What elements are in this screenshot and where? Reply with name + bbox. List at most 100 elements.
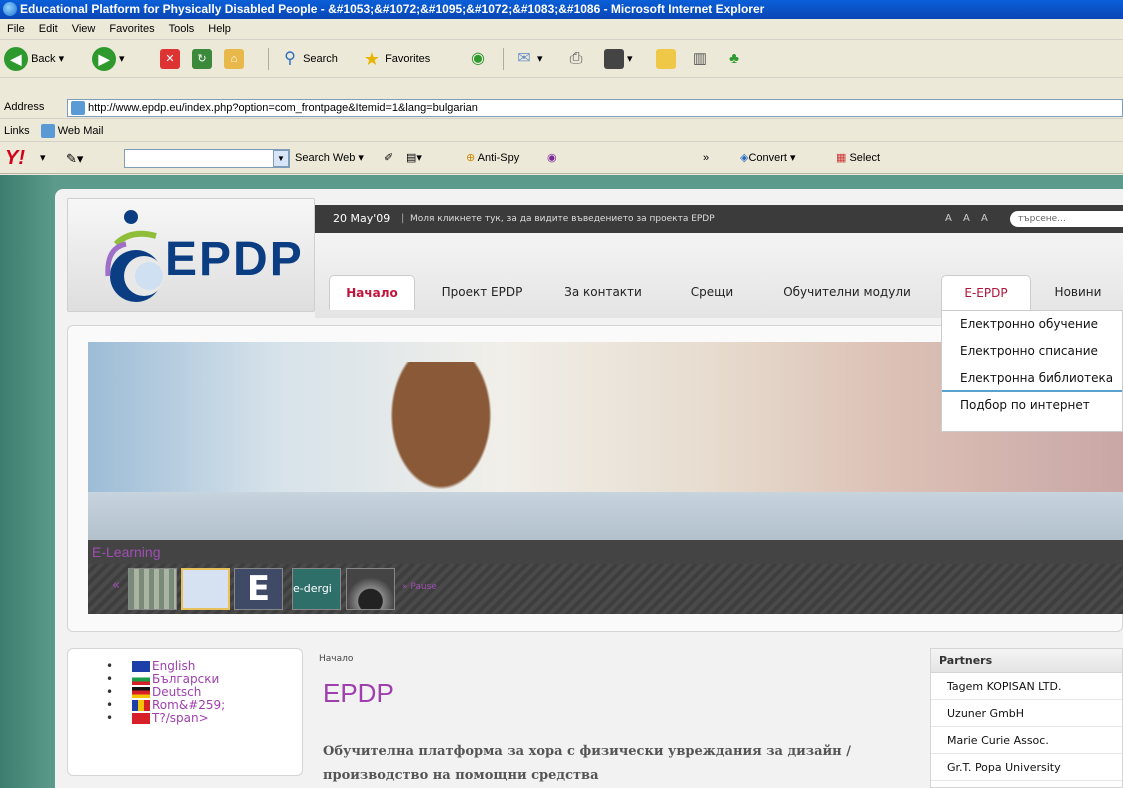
- menu-view[interactable]: View: [65, 19, 103, 40]
- pencil-icon[interactable]: ✎▾: [66, 150, 83, 167]
- slider-thumb-active[interactable]: [181, 568, 230, 610]
- address-field[interactable]: http://www.epdp.eu/index.php?option=com_…: [67, 99, 1123, 117]
- books-icon: ▥: [692, 50, 708, 68]
- links-bar: Links Web Mail: [0, 120, 1123, 142]
- stop-button[interactable]: ✕: [160, 46, 180, 72]
- refresh-button[interactable]: ↻: [192, 46, 212, 72]
- address-label: Address: [4, 101, 45, 113]
- yahoo-logo-icon[interactable]: Y!: [5, 147, 25, 170]
- web-mail-link[interactable]: Web Mail: [33, 124, 103, 139]
- site-nav: Начало Проект EPDP За контакти Срещи Обу…: [315, 233, 1123, 318]
- messenger-icon: ♣: [729, 50, 739, 68]
- partner-link[interactable]: Uzuner GmbH: [931, 700, 1122, 727]
- refresh-icon: ↻: [192, 49, 212, 70]
- site-date: 20 May'09: [333, 212, 391, 225]
- intro-link[interactable]: Моля кликнете тук, за да видите въведени…: [410, 205, 715, 233]
- nav-training-modules[interactable]: Обучителни модули: [767, 275, 927, 310]
- hero-desk: [88, 492, 1123, 540]
- menu-help[interactable]: Help: [201, 19, 238, 40]
- slider-thumb-edergi[interactable]: e-dergi: [292, 568, 341, 610]
- dropdown-item-e-library[interactable]: Електронна библиотека: [942, 365, 1122, 392]
- search-button[interactable]: ⚲ Search: [280, 46, 338, 72]
- folder-icon: [656, 49, 676, 70]
- site-logo-text: EPDP: [165, 233, 304, 286]
- slider-thumb-library[interactable]: [128, 568, 177, 610]
- nav-meetings[interactable]: Срещи: [679, 275, 745, 310]
- links-label: Links: [4, 125, 30, 137]
- e-epdp-dropdown-menu: Електронно обучение Електронно списание …: [941, 310, 1123, 432]
- nav-contacts[interactable]: За контакти: [553, 275, 653, 310]
- partners-panel: Partners Tagem KOPISAN LTD. Uzuner GmbH …: [930, 648, 1123, 788]
- home-icon: ⌂: [224, 49, 244, 70]
- search-history-dropdown[interactable]: ▼: [273, 150, 289, 167]
- back-button[interactable]: ◀ Back ▾: [4, 46, 64, 72]
- select-button[interactable]: ▦ Select: [836, 150, 880, 167]
- nav-project[interactable]: Проект EPDP: [430, 275, 534, 310]
- partners-title: Partners: [931, 649, 1122, 673]
- print-button[interactable]: ⎙: [566, 46, 586, 72]
- nav-home[interactable]: Начало: [329, 275, 415, 310]
- dropdown-item-online-selection[interactable]: Подбор по интернет: [942, 392, 1122, 419]
- slider-thumb-e[interactable]: E: [234, 568, 283, 610]
- menu-edit[interactable]: Edit: [32, 19, 65, 40]
- romania-flag-icon: [132, 700, 150, 711]
- menu-tools[interactable]: Tools: [162, 19, 202, 40]
- yahoo-toolbar: Y! ▾ ✎▾ ▼ Search Web ▾ ✐ ▤▾ ⊕ Anti-Spy ◉…: [0, 142, 1123, 174]
- font-size-controls[interactable]: A A A: [945, 205, 992, 233]
- window-title: Educational Platform for Physically Disa…: [20, 2, 765, 16]
- research-button[interactable]: ▥: [690, 46, 710, 72]
- menu-bar: File Edit View Favorites Tools Help: [0, 19, 1123, 40]
- dropdown-item-e-journal[interactable]: Електронно списание: [942, 338, 1122, 365]
- magnifier-icon: ⚲: [284, 50, 296, 68]
- highlight-icon[interactable]: ✐: [384, 150, 393, 167]
- menu-file[interactable]: File: [0, 19, 32, 40]
- menu-favorites[interactable]: Favorites: [102, 19, 161, 40]
- folder-button[interactable]: [656, 46, 676, 72]
- standard-toolbar: ◀ Back ▾ ▶ ▾ ✕ ↻ ⌂ ⚲ Search ★ Favorites …: [0, 40, 1123, 78]
- printer-icon: ⎙: [569, 50, 583, 68]
- site-search-input[interactable]: търсене...: [1010, 211, 1123, 227]
- nav-e-epdp[interactable]: E-EPDP: [941, 275, 1031, 310]
- address-bar: Address http://www.epdp.eu/index.php?opt…: [0, 97, 1123, 119]
- yahoo-search-input[interactable]: [124, 149, 290, 168]
- language-list: English Български Deutsch Rom&#259; T?/s…: [106, 660, 225, 726]
- lang-turkish[interactable]: T?/span>: [106, 712, 225, 726]
- media-button[interactable]: ◉: [468, 46, 488, 72]
- home-button[interactable]: ⌂: [224, 46, 244, 72]
- mail-button[interactable]: ✉ ▾: [514, 46, 542, 72]
- back-arrow-icon: ◀: [4, 47, 28, 72]
- page-icon: [40, 124, 55, 139]
- breadcrumb: Начало: [319, 654, 354, 664]
- messenger-icon[interactable]: ◉: [547, 150, 557, 167]
- convert-button[interactable]: ◈Convert ▾: [740, 150, 796, 167]
- anti-spy-button[interactable]: ⊕ Anti-Spy: [466, 150, 519, 167]
- toolbar-overflow-chevron[interactable]: »: [703, 150, 709, 167]
- article-title: EPDP: [323, 678, 394, 708]
- partner-link[interactable]: Tagem KOPISAN LTD.: [931, 673, 1122, 700]
- star-icon: ★: [363, 49, 381, 70]
- forward-arrow-icon: ▶: [92, 47, 116, 72]
- favorites-button[interactable]: ★ Favorites: [362, 46, 430, 72]
- slider-thumb-tunnel[interactable]: [346, 568, 395, 610]
- mail-icon: ✉: [517, 50, 531, 68]
- page-icon: [71, 101, 85, 115]
- turkey-flag-icon: [132, 713, 150, 724]
- search-web-button[interactable]: Search Web ▾: [295, 150, 364, 167]
- edit-button[interactable]: ▾: [604, 46, 633, 72]
- messenger-button[interactable]: ♣: [724, 46, 744, 72]
- nav-news[interactable]: Новини: [1041, 275, 1115, 310]
- slider-prev-button[interactable]: «: [112, 578, 120, 593]
- anti-spy-icon: ⊕: [466, 152, 476, 164]
- slider-thumbnails: « E e-dergi » Pause: [88, 564, 1123, 614]
- partner-link[interactable]: Marie Curie Assoc.: [931, 727, 1122, 754]
- forward-button[interactable]: ▶ ▾: [92, 46, 125, 72]
- slider-pause-button[interactable]: » Pause: [402, 582, 437, 592]
- yahoo-menu-dropdown[interactable]: ▾: [40, 150, 46, 167]
- hero-girl: [356, 362, 526, 540]
- address-url: http://www.epdp.eu/index.php?option=com_…: [88, 102, 478, 114]
- divider: |: [401, 213, 405, 224]
- window-title-bar: Educational Platform for Physically Disa…: [0, 0, 1123, 19]
- dropdown-item-e-learning[interactable]: Електронно обучение: [942, 311, 1122, 338]
- popup-blocker-icon[interactable]: ▤▾: [406, 150, 422, 167]
- partner-link[interactable]: Gr.T. Popa University: [931, 754, 1122, 781]
